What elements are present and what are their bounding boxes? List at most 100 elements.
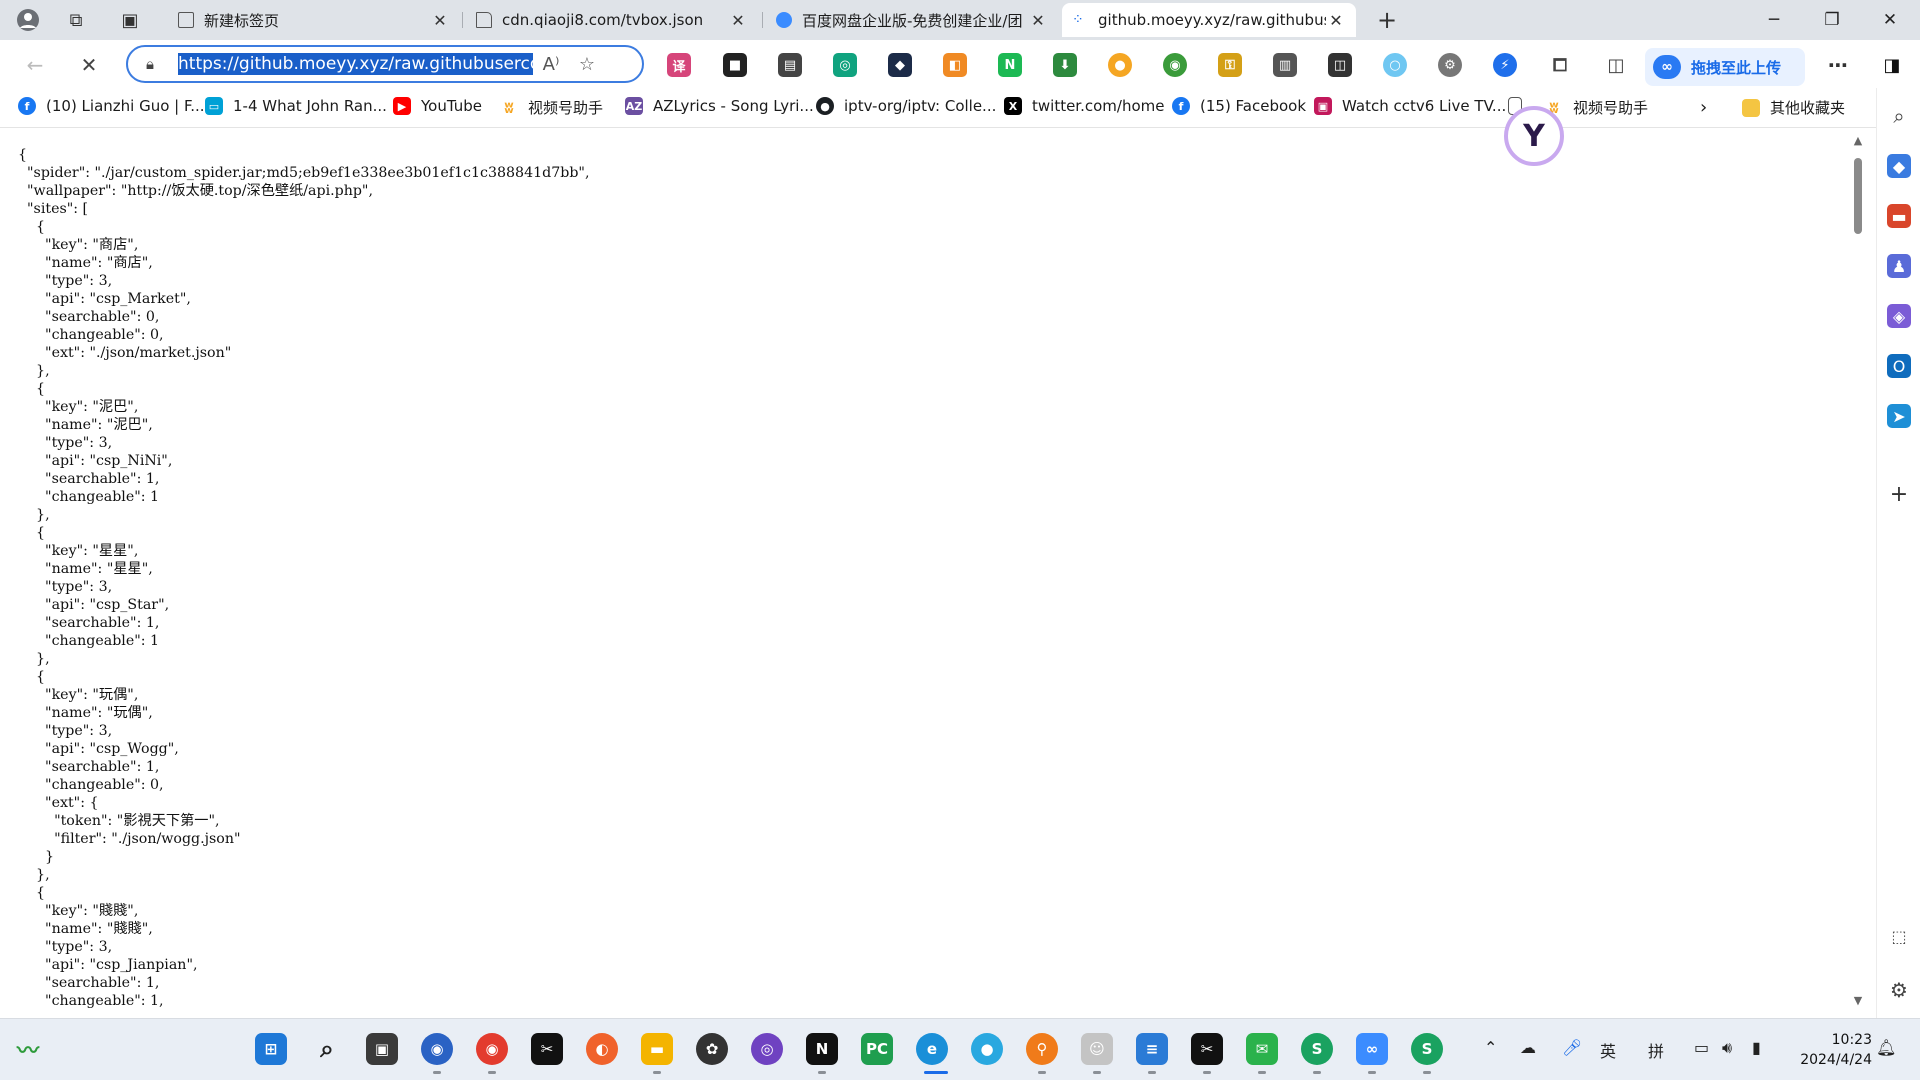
chrome-icon[interactable]: ◉ [476, 1033, 508, 1065]
bubble-extension-icon[interactable]: ○ [1383, 53, 1407, 77]
copilot-icon[interactable]: ◈ [1887, 304, 1911, 328]
bolt-extension-icon[interactable]: ⚡ [1493, 53, 1517, 77]
reader-extension-icon[interactable]: ▤ [778, 53, 802, 77]
ime-language-label[interactable]: 英 [1600, 1038, 1616, 1062]
search-icon[interactable]: ⌕ [311, 1033, 343, 1065]
scrollbar-thumb[interactable] [1854, 158, 1862, 234]
bookmark-item[interactable]: ● iptv-org/iptv: Colle... [816, 97, 996, 115]
floating-assistant-icon[interactable]: Y [1504, 106, 1564, 166]
profile-avatar-icon[interactable] [14, 6, 42, 34]
outlook-icon[interactable]: O [1887, 354, 1911, 378]
new-tab-plus-icon[interactable]: + [1373, 6, 1401, 34]
bookmark-item[interactable]: ▭ 1-4 What John Ran... [205, 97, 387, 115]
volume-icon[interactable]: 🔊︎ [1722, 1038, 1732, 1058]
github-desktop-icon[interactable]: ◎ [751, 1033, 783, 1065]
tab-actions-icon[interactable]: ▣ [116, 6, 144, 34]
notification-extension-icon[interactable]: ■ [723, 53, 747, 77]
settings-gear-icon[interactable]: ⚙ [1887, 978, 1911, 1002]
screenshot-app-icon[interactable]: S [1301, 1033, 1333, 1065]
close-tab-icon[interactable]: ✕ [1028, 11, 1048, 30]
minimize-icon[interactable]: ─ [1745, 0, 1803, 40]
globe-extension-icon[interactable]: ◉ [1163, 53, 1187, 77]
tab-github-moeyy[interactable]: ⁘ github.moeyy.xyz/raw.githubuse ✕ [1062, 3, 1356, 37]
add-sidebar-app-icon[interactable]: + [1887, 482, 1911, 507]
scroll-up-arrow-icon[interactable]: ▲ [1852, 134, 1864, 147]
back-arrow-icon[interactable]: ← [20, 50, 50, 80]
chrome-canary-icon[interactable]: ◉ [421, 1033, 453, 1065]
workspaces-icon[interactable]: ⧉ [62, 6, 90, 34]
screenshot-icon[interactable]: ⬚ [1887, 924, 1911, 948]
battery-icon[interactable]: ▮ [1752, 1038, 1761, 1057]
send-icon[interactable]: ➤ [1887, 404, 1911, 428]
url-input[interactable]: https://github.moeyy.xyz/raw.githubuserc… [178, 53, 533, 75]
close-tab-icon[interactable]: ✕ [430, 11, 450, 30]
address-bar[interactable]: 🔒︎ https://github.moeyy.xyz/raw.githubus… [126, 45, 644, 83]
bookmark-item[interactable]: AZ AZLyrics - Song Lyri... [625, 97, 814, 115]
capcut-icon[interactable]: ✂ [1191, 1033, 1223, 1065]
search-icon[interactable]: ⌕ [1887, 104, 1911, 128]
ime-mode-label[interactable]: 拼 [1648, 1038, 1664, 1062]
lock-icon[interactable]: 🔒︎ [146, 55, 166, 73]
wechat-icon[interactable]: ✉ [1246, 1033, 1278, 1065]
pdf24-icon[interactable]: ☺ [1081, 1033, 1113, 1065]
screenshot-app-icon[interactable]: S [1411, 1033, 1443, 1065]
bookmark-item[interactable]: ʬ 视频号助手 [500, 97, 603, 118]
bookmark-item[interactable]: ▣ Watch cctv6 Live TV... [1314, 97, 1506, 115]
other-bookmarks-folder[interactable]: 其他收藏夹 [1742, 97, 1845, 118]
davinci-resolve-icon[interactable]: ✿ [696, 1033, 728, 1065]
games-icon[interactable]: ♟ [1887, 254, 1911, 278]
shield-extension-icon[interactable]: ◆ [888, 53, 912, 77]
bookmark-item[interactable]: ʬ 视频号助手 [1545, 97, 1648, 118]
onedrive-cloud-icon[interactable]: ☁ [1520, 1038, 1536, 1057]
tab-tvbox-json[interactable]: cdn.qiaoji8.com/tvbox.json ✕ [466, 3, 758, 37]
widgets-icon[interactable]: 〰 [12, 1033, 44, 1065]
read-aloud-icon[interactable]: A⁾ [533, 54, 569, 75]
tab-new-tab[interactable]: 新建标签页 ✕ [168, 3, 460, 37]
app-circle-icon[interactable]: ● [971, 1033, 1003, 1065]
sidebar-toggle-icon[interactable]: ◨ [1880, 53, 1904, 77]
calendar-extension-icon[interactable]: ▥ [1273, 53, 1297, 77]
tools-briefcase-icon[interactable]: ▬ [1887, 204, 1911, 228]
key-extension-icon[interactable]: ⚿ [1218, 53, 1242, 77]
more-menu-icon[interactable]: ⋯ [1826, 53, 1850, 77]
baidu-netdisk-icon[interactable]: ∞ [1356, 1033, 1388, 1065]
firefox-icon[interactable]: ◐ [586, 1033, 618, 1065]
edge-icon[interactable]: e [916, 1033, 948, 1065]
vertical-scrollbar[interactable]: ▲ ▼ [1850, 128, 1866, 1018]
tool-extension-icon[interactable]: ◫ [1328, 53, 1352, 77]
close-tab-icon[interactable]: ✕ [728, 11, 748, 30]
microphone-icon[interactable]: 🎤︎ [1562, 1038, 1582, 1057]
notepad-icon[interactable]: ≡ [1136, 1033, 1168, 1065]
bookmark-item[interactable]: Xtwitter.com/home [1004, 97, 1164, 115]
tab-baidu-netdisk[interactable]: 百度网盘企业版-免费创建企业/团 ✕ [766, 3, 1058, 37]
file-explorer-icon[interactable]: ▬ [641, 1033, 673, 1065]
pycharm-icon[interactable]: PC [861, 1033, 893, 1065]
clock[interactable]: 10:23 2024/4/24 [1792, 1030, 1872, 1070]
gear-extension-icon[interactable]: ⚙ [1438, 53, 1462, 77]
chatgpt-extension-icon[interactable]: ◎ [833, 53, 857, 77]
bookmarks-overflow-chevron-icon[interactable]: › [1700, 97, 1707, 118]
magnifier-app-icon[interactable]: ⚲ [1026, 1033, 1058, 1065]
notification-bell-icon[interactable]: 🔔︎ [1876, 1038, 1896, 1057]
orange-extension-icon[interactable]: ◧ [943, 53, 967, 77]
close-tab-icon[interactable]: ✕ [1326, 11, 1346, 30]
bookmark-item[interactable]: f (10) Lianzhi Guo | F... [18, 97, 205, 115]
tray-overflow-chevron-icon[interactable]: ⌃ [1484, 1038, 1497, 1057]
network-icon[interactable]: ▭ [1694, 1038, 1709, 1057]
split-screen-icon[interactable]: ◫ [1604, 53, 1628, 77]
bookmark-item[interactable]: ▶ YouTube [393, 97, 482, 115]
colorful-extension-icon[interactable]: ● [1108, 53, 1132, 77]
capcut-icon[interactable]: ✂ [531, 1033, 563, 1065]
upload-drop-widget[interactable]: ∞ 拖拽至此上传 [1645, 48, 1805, 86]
start-icon[interactable]: ⊞ [255, 1033, 287, 1065]
download-extension-icon[interactable]: ⬇ [1053, 53, 1077, 77]
restore-icon[interactable]: ❐ [1803, 0, 1861, 40]
stop-loading-icon[interactable]: ✕ [74, 50, 104, 80]
green-n-extension-icon[interactable]: N [998, 53, 1022, 77]
extensions-puzzle-icon[interactable]: ⧠ [1548, 53, 1572, 77]
favorite-star-icon[interactable]: ☆ [569, 54, 605, 75]
notion-icon[interactable]: N [806, 1033, 838, 1065]
shopping-tag-icon[interactable]: ◆ [1887, 154, 1911, 178]
scroll-down-arrow-icon[interactable]: ▼ [1852, 994, 1864, 1007]
task-view-icon[interactable]: ▣ [366, 1033, 398, 1065]
